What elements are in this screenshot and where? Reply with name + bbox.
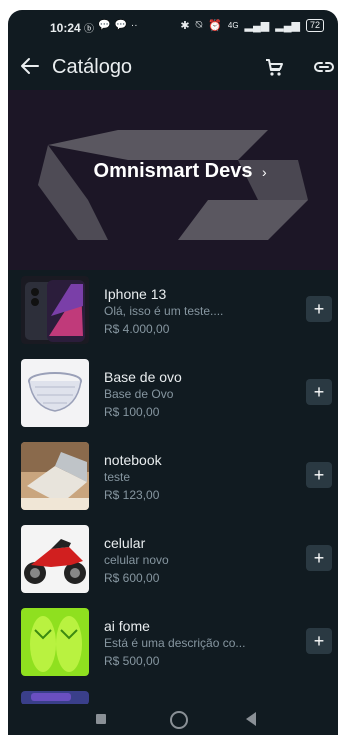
chat-icon: 💬: [98, 20, 111, 31]
motorcycle-image: [21, 525, 89, 593]
list-item[interactable]: ai fome Está é uma descrição co... R$ 50…: [8, 604, 338, 684]
product-price: R$ 123,00: [104, 488, 160, 502]
chat-icon: 💬: [114, 20, 127, 31]
list-item-partial[interactable]: [8, 687, 338, 705]
list-item[interactable]: notebook teste R$ 123,00 +: [8, 438, 338, 518]
signal-icon: ▂▄▆: [244, 20, 270, 32]
add-to-cart-button[interactable]: +: [306, 296, 332, 322]
back-triangle-icon[interactable]: [246, 712, 256, 726]
page-title: Catálogo: [52, 56, 133, 78]
flipflops-image: [21, 608, 89, 676]
product-description: Está é uma descrição co...: [104, 636, 246, 650]
link-icon[interactable]: [312, 55, 336, 79]
system-nav-bar: [8, 704, 338, 735]
product-name: ai fome: [104, 618, 150, 634]
recents-icon[interactable]: [96, 714, 106, 724]
cart-icon[interactable]: [262, 55, 286, 79]
arrow-left-icon[interactable]: [18, 54, 42, 78]
product-name: notebook: [104, 452, 162, 468]
signal-icon: ▂▄▆: [275, 20, 300, 32]
add-to-cart-button[interactable]: +: [306, 379, 332, 405]
more-dots-icon: ··: [130, 20, 138, 31]
alarm-icon: ⏰: [208, 20, 222, 32]
notebook-image: [21, 442, 89, 510]
add-to-cart-button[interactable]: +: [306, 462, 332, 488]
product-image-partial: [21, 691, 89, 705]
product-name: Base de ovo: [104, 369, 182, 385]
notification-b-icon: ⓑ: [84, 24, 94, 35]
app-bar: Catálogo: [8, 46, 338, 90]
home-icon[interactable]: [170, 711, 188, 729]
product-description: teste: [104, 470, 131, 484]
catalog-banner[interactable]: Omnismart Devs ›: [8, 90, 338, 270]
chevron-right-icon: ›: [262, 164, 267, 180]
bluetooth-icon: ✱: [180, 20, 190, 32]
status-notification-icons: ⓑ 💬 💬 ··: [84, 20, 138, 35]
product-price: R$ 600,00: [104, 571, 160, 585]
phone-screen: 10:24 ⓑ 💬 💬 ·· ✱ ⍉ ⏰ 4G ▂▄▆ ▂▄▆ 72 Catál…: [8, 10, 338, 735]
product-price: R$ 100,00: [104, 405, 160, 419]
add-to-cart-button[interactable]: +: [306, 545, 332, 571]
product-description: Olá, isso é um teste....: [104, 304, 224, 318]
product-description: celular novo: [104, 553, 169, 567]
network-label: 4G: [227, 21, 239, 30]
list-item[interactable]: Base de ovo Base de Ovo R$ 100,00 +: [8, 355, 338, 435]
product-name: celular: [104, 535, 146, 551]
product-description: Base de Ovo: [104, 387, 174, 401]
product-price: R$ 500,00: [104, 654, 160, 668]
bowl-image: [21, 359, 89, 427]
status-bar: 10:24 ⓑ 💬 💬 ·· ✱ ⍉ ⏰ 4G ▂▄▆ ▂▄▆ 72: [8, 10, 338, 44]
battery-icon: 72: [305, 19, 324, 32]
status-time: 10:24: [50, 21, 81, 35]
banner-title: Omnismart Devs: [93, 160, 253, 182]
add-to-cart-button[interactable]: +: [306, 628, 332, 654]
list-item[interactable]: celular celular novo R$ 600,00 +: [8, 521, 338, 601]
list-item[interactable]: Iphone 13 Olá, isso é um teste.... R$ 4.…: [8, 272, 338, 352]
screen-frame: 10:24 ⓑ 💬 💬 ·· ✱ ⍉ ⏰ 4G ▂▄▆ ▂▄▆ 72 Catál…: [0, 0, 338, 735]
status-system-icons: ✱ ⍉ ⏰ 4G ▂▄▆ ▂▄▆ 72: [180, 19, 324, 32]
mute-icon: ⍉: [195, 19, 203, 31]
product-price: R$ 4.000,00: [104, 322, 170, 336]
product-name: Iphone 13: [104, 286, 167, 302]
iphone-image: [21, 276, 89, 344]
